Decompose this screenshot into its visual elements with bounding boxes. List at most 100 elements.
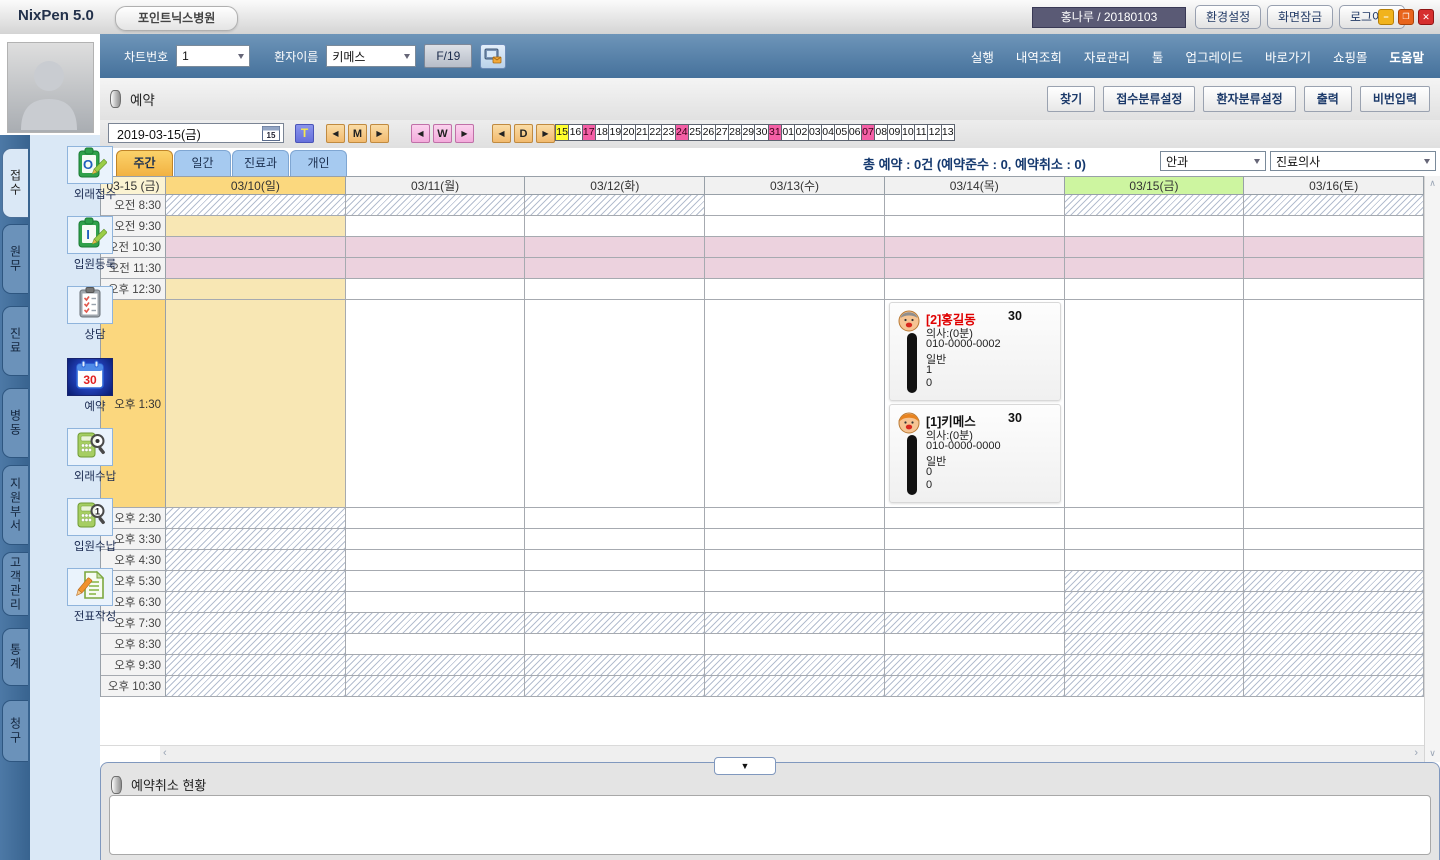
appointment-card-0[interactable]: [2]홍길동30의사:(0분)010-0000-0002일반10 [889, 302, 1061, 401]
slot-cell[interactable] [885, 592, 1065, 613]
slot-cell[interactable] [525, 592, 705, 613]
slot-cell[interactable] [346, 634, 526, 655]
slot-cell[interactable] [166, 237, 346, 258]
day-cell-08[interactable]: 08 [874, 124, 888, 141]
slot-cell[interactable] [705, 529, 885, 550]
day-cell-02[interactable]: 02 [794, 124, 808, 141]
slot-cell[interactable] [885, 279, 1065, 300]
day-column-header-1[interactable]: 03/11(월) [346, 177, 526, 195]
slot-cell[interactable] [346, 529, 526, 550]
slot-cell[interactable] [885, 634, 1065, 655]
menu-item-6[interactable]: 쇼핑몰 [1333, 47, 1368, 66]
slot-cell[interactable] [346, 571, 526, 592]
slot-cell[interactable] [1244, 279, 1424, 300]
slot-cell[interactable] [705, 195, 885, 216]
day-cell-13[interactable]: 13 [941, 124, 955, 141]
day-column-header-4[interactable]: 03/14(목) [885, 177, 1065, 195]
screen-lock-button[interactable]: 화면잠금 [1267, 5, 1333, 29]
slot-cell[interactable] [166, 508, 346, 529]
slot-cell[interactable] [166, 550, 346, 571]
prev-week-button[interactable]: ◀ [411, 124, 430, 143]
sidebar-tab-1[interactable]: 원무 [2, 224, 28, 294]
message-terminal-button[interactable] [480, 44, 506, 69]
slot-cell[interactable] [166, 676, 346, 697]
slot-cell[interactable] [885, 676, 1065, 697]
day-cell-23[interactable]: 23 [661, 124, 675, 141]
sidebar-tab-6[interactable]: 통계 [2, 628, 28, 686]
appointment-card-1[interactable]: [1]키메스30의사:(0분)010-0000-0000일반00 [889, 404, 1061, 503]
sidebar-item-외래수납[interactable] [67, 428, 113, 466]
day-cell-26[interactable]: 26 [701, 124, 715, 141]
slot-cell[interactable] [885, 571, 1065, 592]
slot-cell[interactable] [1244, 592, 1424, 613]
slot-cell[interactable] [1244, 571, 1424, 592]
slot-cell[interactable] [1065, 508, 1245, 529]
slot-cell[interactable] [1065, 613, 1245, 634]
slot-cell[interactable] [885, 508, 1065, 529]
slot-cell[interactable] [346, 237, 526, 258]
day-cell-25[interactable]: 25 [688, 124, 702, 141]
menu-item-2[interactable]: 자료관리 [1084, 47, 1130, 66]
slot-cell[interactable] [525, 529, 705, 550]
slot-cell[interactable] [1244, 655, 1424, 676]
sidebar-tab-3[interactable]: 병동 [2, 388, 28, 458]
slot-cell[interactable] [1065, 634, 1245, 655]
sidebar-item-상담[interactable] [67, 286, 113, 324]
slot-cell[interactable] [525, 613, 705, 634]
day-cell-21[interactable]: 21 [635, 124, 649, 141]
slot-cell[interactable] [166, 529, 346, 550]
scroll-up-icon[interactable]: ∧ [1425, 178, 1440, 189]
day-cell-24[interactable]: 24 [675, 124, 689, 141]
page-action-button-3[interactable]: 출력 [1304, 86, 1352, 112]
sidebar-tab-5[interactable]: 고객관리 [2, 552, 28, 616]
page-action-button-4[interactable]: 비번입력 [1360, 86, 1430, 112]
scroll-down-icon[interactable]: ∨ [1425, 748, 1440, 759]
patient-info-button[interactable]: F/19 [424, 44, 472, 68]
day-cell-18[interactable]: 18 [595, 124, 609, 141]
slot-cell[interactable] [705, 216, 885, 237]
menu-item-5[interactable]: 바로가기 [1265, 47, 1311, 66]
slot-cell[interactable] [705, 237, 885, 258]
slot-cell[interactable] [525, 237, 705, 258]
next-day-button[interactable]: ▶ [536, 124, 555, 143]
slot-cell[interactable] [885, 655, 1065, 676]
day-cell-28[interactable]: 28 [728, 124, 742, 141]
slot-cell[interactable] [1065, 592, 1245, 613]
vertical-scrollbar[interactable]: ∧ ∨ [1424, 176, 1440, 762]
day-cell-11[interactable]: 11 [914, 124, 928, 141]
day-cell-29[interactable]: 29 [741, 124, 755, 141]
day-column-header-2[interactable]: 03/12(화) [525, 177, 705, 195]
slot-cell[interactable] [705, 258, 885, 279]
day-cell-20[interactable]: 20 [621, 124, 635, 141]
slot-cell[interactable] [525, 216, 705, 237]
panel-collapse-button[interactable]: ▼ [714, 757, 776, 775]
day-cell-12[interactable]: 12 [927, 124, 941, 141]
slot-cell[interactable] [525, 655, 705, 676]
sidebar-item-전표작성[interactable] [67, 568, 113, 606]
slot-cell[interactable] [346, 550, 526, 571]
slot-cell[interactable] [705, 613, 885, 634]
slot-cell[interactable] [1244, 237, 1424, 258]
slot-cell[interactable] [1244, 508, 1424, 529]
slot-cell[interactable] [885, 529, 1065, 550]
slot-cell[interactable] [525, 676, 705, 697]
chart-number-select[interactable]: 1 [176, 45, 250, 67]
day-cell-27[interactable]: 27 [715, 124, 729, 141]
day-cell-10[interactable]: 10 [901, 124, 915, 141]
calendar-picker-icon[interactable]: 15 [262, 125, 280, 141]
day-cell-07[interactable]: 07 [861, 124, 875, 141]
slot-cell[interactable] [705, 279, 885, 300]
menu-item-1[interactable]: 내역조회 [1016, 47, 1062, 66]
slot-cell[interactable] [346, 592, 526, 613]
prev-day-button[interactable]: ◀ [492, 124, 511, 143]
patient-name-select[interactable]: 키메스 [326, 45, 416, 67]
slot-cell[interactable] [346, 613, 526, 634]
view-tab-2[interactable]: 진료과 [232, 150, 289, 176]
day-column-header-0[interactable]: 03/10(일) [166, 177, 346, 195]
sidebar-tab-0[interactable]: 접수 [2, 148, 28, 218]
menu-item-0[interactable]: 실행 [971, 47, 994, 66]
prev-month-button[interactable]: ◀ [326, 124, 345, 143]
view-tab-0[interactable]: 주간 [116, 150, 173, 176]
slot-cell[interactable] [1244, 300, 1424, 508]
settings-button[interactable]: 환경설정 [1195, 5, 1261, 29]
